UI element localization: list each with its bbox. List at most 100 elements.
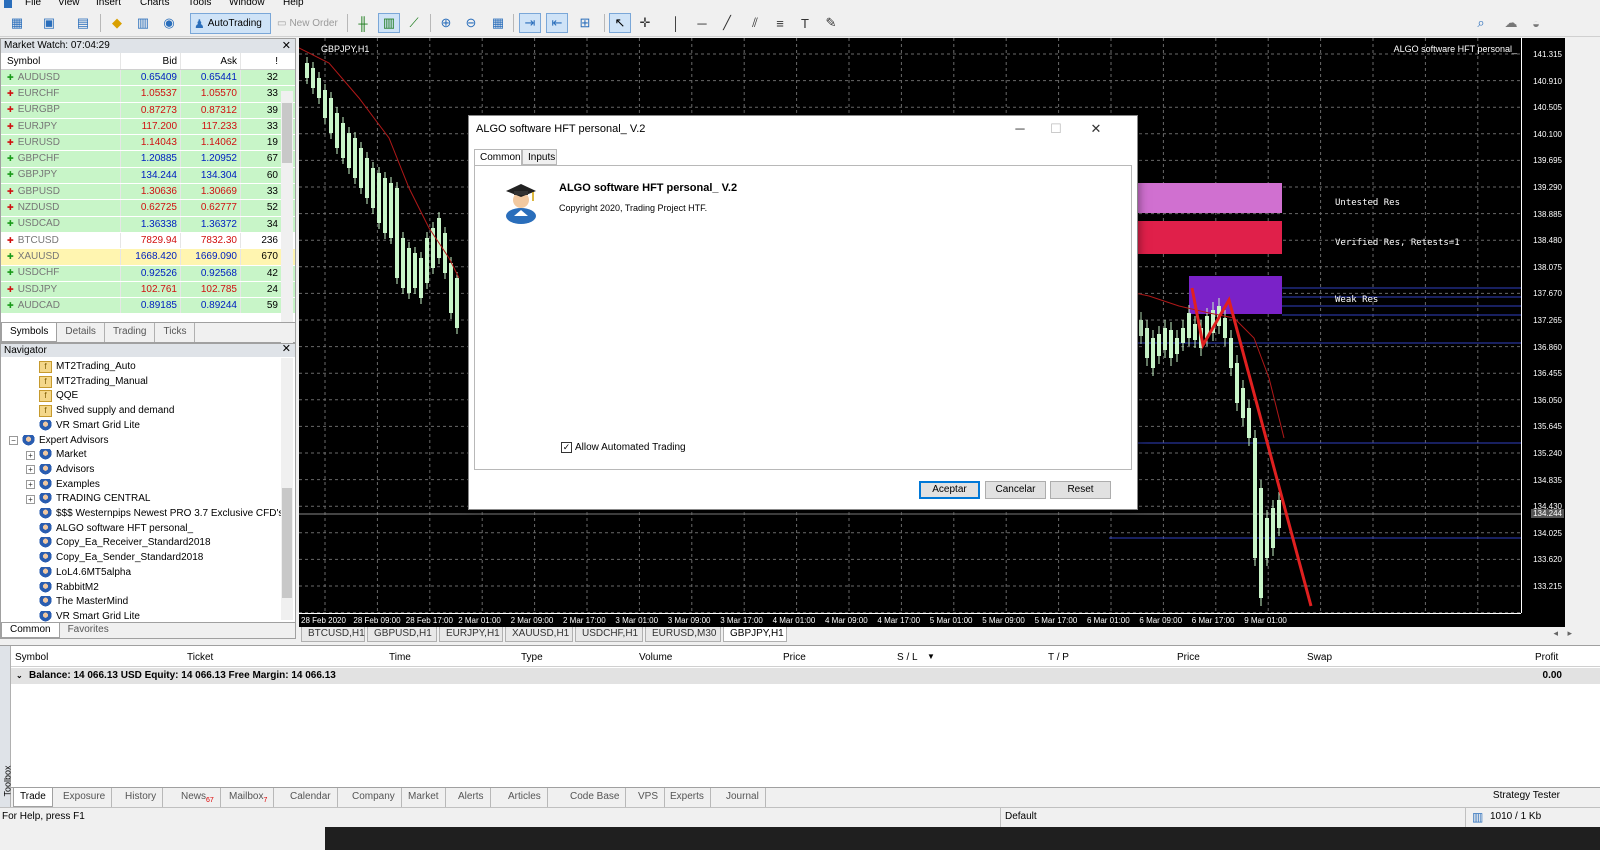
chart-tab[interactable]: XAUUSD,H1 xyxy=(505,627,573,642)
maximize-icon[interactable]: ☐ xyxy=(1039,116,1073,142)
channel-icon[interactable]: ⫽ xyxy=(744,13,766,33)
new-chart-icon[interactable]: ▦ xyxy=(6,13,28,33)
chart-shift-icon[interactable]: ⇤ xyxy=(546,13,568,33)
minimize-icon[interactable]: ─ xyxy=(1003,116,1037,142)
scrollbar-thumb[interactable] xyxy=(282,488,292,598)
market-watch-row[interactable]: ✚ USDJPY 102.761 102.785 24 xyxy=(1,281,295,299)
navigator-item[interactable]: + Market xyxy=(26,448,87,462)
close-icon[interactable]: ✕ xyxy=(1079,116,1113,142)
market-watch-row[interactable]: ✚ AUDUSD 0.65409 0.65441 32 xyxy=(1,70,295,87)
tab-favorites[interactable]: Favorites xyxy=(60,623,117,638)
menu-help[interactable]: Help xyxy=(283,0,304,8)
metaeditor-icon[interactable]: ◆ xyxy=(106,13,128,33)
market-watch-row[interactable]: ✚ EURUSD 1.14043 1.14062 19 xyxy=(1,135,295,152)
scroll-left-icon[interactable]: ◂ xyxy=(1553,628,1558,639)
market-watch-row[interactable]: ✚ NZDUSD 0.62725 0.62777 52 xyxy=(1,200,295,217)
col-symbol[interactable]: Symbol xyxy=(15,652,48,663)
market-watch-row[interactable]: ✚ BTCUSD 7829.94 7832.30 236 xyxy=(1,232,295,250)
autotrading-button[interactable]: ♟ AutoTrading xyxy=(190,13,271,34)
candlestick-icon[interactable]: ▥ xyxy=(378,13,400,33)
signals-icon[interactable]: ◉ xyxy=(158,13,180,33)
chart-tab[interactable]: EURUSD,M30 xyxy=(645,627,721,642)
menu-window[interactable]: Window xyxy=(229,0,265,8)
col-spread[interactable]: ! xyxy=(241,53,281,69)
col-sl[interactable]: S / L xyxy=(897,652,918,663)
terminal-tab[interactable]: Calendar xyxy=(284,788,338,807)
menu-charts[interactable]: Charts xyxy=(140,0,169,8)
col-profit[interactable]: Profit xyxy=(1535,652,1558,663)
accept-button[interactable]: Aceptar xyxy=(919,481,980,499)
terminal-tab[interactable]: Code Base xyxy=(564,788,627,807)
market-watch-row[interactable]: ✚ EURJPY 117.200 117.233 33 xyxy=(1,118,295,136)
terminal-tab[interactable]: Experts xyxy=(664,788,711,807)
zoom-out-icon[interactable]: ⊖ xyxy=(460,13,482,33)
community-icon[interactable]: ◒ xyxy=(1525,13,1547,33)
tab-common[interactable]: Common xyxy=(474,149,522,166)
col-swap[interactable]: Swap xyxy=(1307,652,1332,663)
tab-inputs[interactable]: Inputs xyxy=(522,149,557,165)
chart-tab[interactable]: USDCHF,H1 xyxy=(575,627,643,642)
menu-insert[interactable]: Insert xyxy=(96,0,121,8)
market-watch-row[interactable]: ✚ XAUUSD 1668.420 1669.090 670 xyxy=(1,249,295,266)
navigator-item[interactable]: f MT2Trading_Manual xyxy=(26,375,148,389)
shapes-icon[interactable]: ✎ xyxy=(820,13,842,33)
terminal-tab[interactable]: Company xyxy=(346,788,402,807)
navigator-item[interactable]: RabbitM2 xyxy=(26,581,99,595)
expand-icon[interactable]: + xyxy=(26,450,35,460)
bar-chart-icon[interactable]: ╫ xyxy=(352,13,374,33)
menu-file[interactable]: File xyxy=(25,0,41,8)
navigator-item[interactable]: − Expert Advisors xyxy=(9,434,108,448)
market-watch-scrollbar[interactable] xyxy=(281,91,293,360)
navigator-scrollbar[interactable] xyxy=(281,358,293,620)
navigator-item[interactable]: LoL4.6MT5alpha xyxy=(26,566,131,580)
navigator-item[interactable]: + TRADING CENTRAL xyxy=(26,492,150,506)
expand-icon[interactable]: + xyxy=(26,494,35,504)
expand-icon[interactable]: + xyxy=(26,480,35,490)
col-bid[interactable]: Bid xyxy=(121,53,181,69)
navigator-item[interactable]: VR Smart Grid Lite xyxy=(26,419,140,433)
col-tp[interactable]: T / P xyxy=(1048,652,1069,663)
new-order-button[interactable]: ▭ New Order xyxy=(277,13,347,34)
zoom-in-icon[interactable]: ⊕ xyxy=(435,13,457,33)
market-watch-row[interactable]: ✚ GBPJPY 134.244 134.304 60 xyxy=(1,167,295,185)
vertical-line-icon[interactable]: │ xyxy=(665,13,687,33)
market-watch-row[interactable]: ✚ USDCAD 1.36338 1.36372 34 xyxy=(1,216,295,233)
col-ask[interactable]: Ask xyxy=(181,53,241,69)
navigator-item[interactable]: ALGO software HFT personal_ xyxy=(26,522,193,536)
tab-common[interactable]: Common xyxy=(1,623,60,638)
menu-tools[interactable]: Tools xyxy=(188,0,211,8)
scroll-right-icon[interactable]: ▸ xyxy=(1567,628,1572,639)
trendline-icon[interactable]: ╱ xyxy=(716,13,738,33)
chart-tab[interactable]: GBPJPY,H1 xyxy=(723,627,787,642)
scrollbar-thumb[interactable] xyxy=(282,103,292,163)
navigator-item[interactable]: $$$ Westernpips Newest PRO 3.7 Exclusive… xyxy=(26,507,283,521)
search-icon[interactable]: ⌕ xyxy=(1470,13,1492,33)
navigator-item[interactable]: + Advisors xyxy=(26,463,94,477)
tile-windows-icon[interactable]: ▦ xyxy=(487,13,509,33)
market-watch-row[interactable]: ✚ EURCHF 1.05537 1.05570 33 xyxy=(1,86,295,103)
fibonacci-icon[interactable]: ≡ xyxy=(769,13,791,33)
collapse-icon[interactable]: − xyxy=(9,436,18,445)
tab-trading[interactable]: Trading xyxy=(105,323,156,342)
navigator-item[interactable]: f QQE xyxy=(26,389,78,403)
allow-automated-trading-checkbox[interactable]: ✓ Allow Automated Trading xyxy=(561,442,686,453)
chart-tab[interactable]: BTCUSD,H1 xyxy=(301,627,365,642)
terminal-tab[interactable]: News67 xyxy=(175,788,221,807)
terminal-tab[interactable]: Articles xyxy=(502,788,548,807)
cancel-button[interactable]: Cancelar xyxy=(985,481,1046,499)
expand-icon[interactable]: + xyxy=(26,465,35,475)
terminal-icon[interactable]: ▥ xyxy=(132,13,154,33)
market-watch-row[interactable]: ✚ AUDCAD 0.89185 0.89244 59 xyxy=(1,298,295,315)
profiles-icon[interactable]: ▣ xyxy=(38,13,60,33)
tab-symbols[interactable]: Symbols xyxy=(1,323,58,342)
crosshair-icon[interactable]: ✛ xyxy=(634,13,656,33)
terminal-tab[interactable]: Trade xyxy=(13,788,53,807)
market-watch-row[interactable]: ✚ GBPUSD 1.30636 1.30669 33 xyxy=(1,184,295,201)
navigator-item[interactable]: Copy_Ea_Receiver_Standard2018 xyxy=(26,536,211,550)
market-watch-row[interactable]: ✚ EURGBP 0.87273 0.87312 39 xyxy=(1,102,295,119)
terminal-tab[interactable]: Mailbox7 xyxy=(223,788,275,807)
terminal-tab[interactable]: Alerts xyxy=(452,788,491,807)
col-price[interactable]: Price xyxy=(783,652,806,663)
chat-icon[interactable]: ☁ xyxy=(1500,13,1522,33)
terminal-tab[interactable]: Market xyxy=(402,788,446,807)
